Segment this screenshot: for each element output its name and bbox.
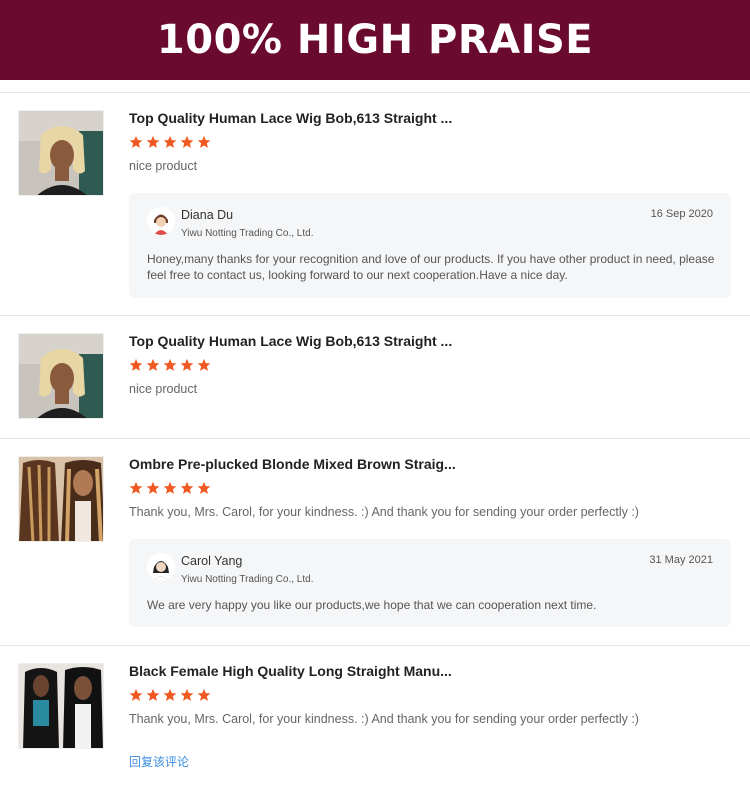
seller-name: Carol Yang [181,554,243,568]
reply-text: We are very happy you like our products,… [147,598,597,612]
star-icon [163,688,177,701]
divider [0,315,750,316]
seller-avatar [147,553,175,581]
divider [0,645,750,646]
divider [0,92,750,93]
star-icon [129,688,143,701]
review-comment: nice product [129,382,198,396]
star-icon [197,358,211,371]
rating-stars [129,358,211,372]
seller-reply: Diana Du Yiwu Notting Trading Co., Ltd. … [129,193,731,298]
rating-stars [129,688,211,702]
star-icon [163,481,177,494]
product-title[interactable]: Ombre Pre-plucked Blonde Mixed Brown Str… [129,456,456,472]
star-icon [129,135,143,148]
star-icon [180,481,194,494]
star-icon [197,481,211,494]
product-thumbnail[interactable] [18,456,104,542]
seller-reply: Carol Yang Yiwu Notting Trading Co., Ltd… [129,539,731,627]
blonde-bob-wig-photo [19,111,103,195]
avatar-icon [147,553,175,581]
star-icon [163,135,177,148]
product-title[interactable]: Top Quality Human Lace Wig Bob,613 Strai… [129,110,452,126]
star-icon [146,358,160,371]
product-thumbnail[interactable] [18,333,104,419]
star-icon [197,688,211,701]
reply-date: 16 Sep 2020 [650,208,713,220]
product-thumbnail[interactable] [18,663,104,749]
star-icon [180,358,194,371]
star-icon [180,688,194,701]
product-thumbnail[interactable] [18,110,104,196]
star-icon [146,135,160,148]
seller-company: Yiwu Notting Trading Co., Ltd. [181,574,314,585]
product-title[interactable]: Black Female High Quality Long Straight … [129,663,452,679]
rating-stars [129,481,211,495]
review-comment: Thank you, Mrs. Carol, for your kindness… [129,712,639,726]
avatar-icon [147,207,175,235]
reply-date: 31 May 2021 [649,554,713,566]
rating-stars [129,135,211,149]
ombre-straight-wig-photo [19,457,103,541]
seller-avatar [147,207,175,235]
blonde-bob-wig-photo [19,334,103,418]
star-icon [163,358,177,371]
star-icon [197,135,211,148]
star-icon [129,481,143,494]
seller-name: Diana Du [181,208,234,222]
star-icon [146,481,160,494]
long-black-straight-wig-photo [19,664,103,748]
banner-title: 100% HIGH PRAISE [156,17,594,63]
header-banner: 100% HIGH PRAISE [0,0,750,80]
review-comment: nice product [129,159,198,173]
star-icon [129,358,143,371]
star-icon [180,135,194,148]
review-comment: Thank you, Mrs. Carol, for your kindness… [129,505,639,519]
divider [0,438,750,439]
seller-company: Yiwu Notting Trading Co., Ltd. [181,228,314,239]
star-icon [146,688,160,701]
reply-text: Honey,many thanks for your recognition a… [147,252,715,282]
reply-to-review-link[interactable]: 回复该评论 [129,753,189,770]
product-title[interactable]: Top Quality Human Lace Wig Bob,613 Strai… [129,333,452,349]
